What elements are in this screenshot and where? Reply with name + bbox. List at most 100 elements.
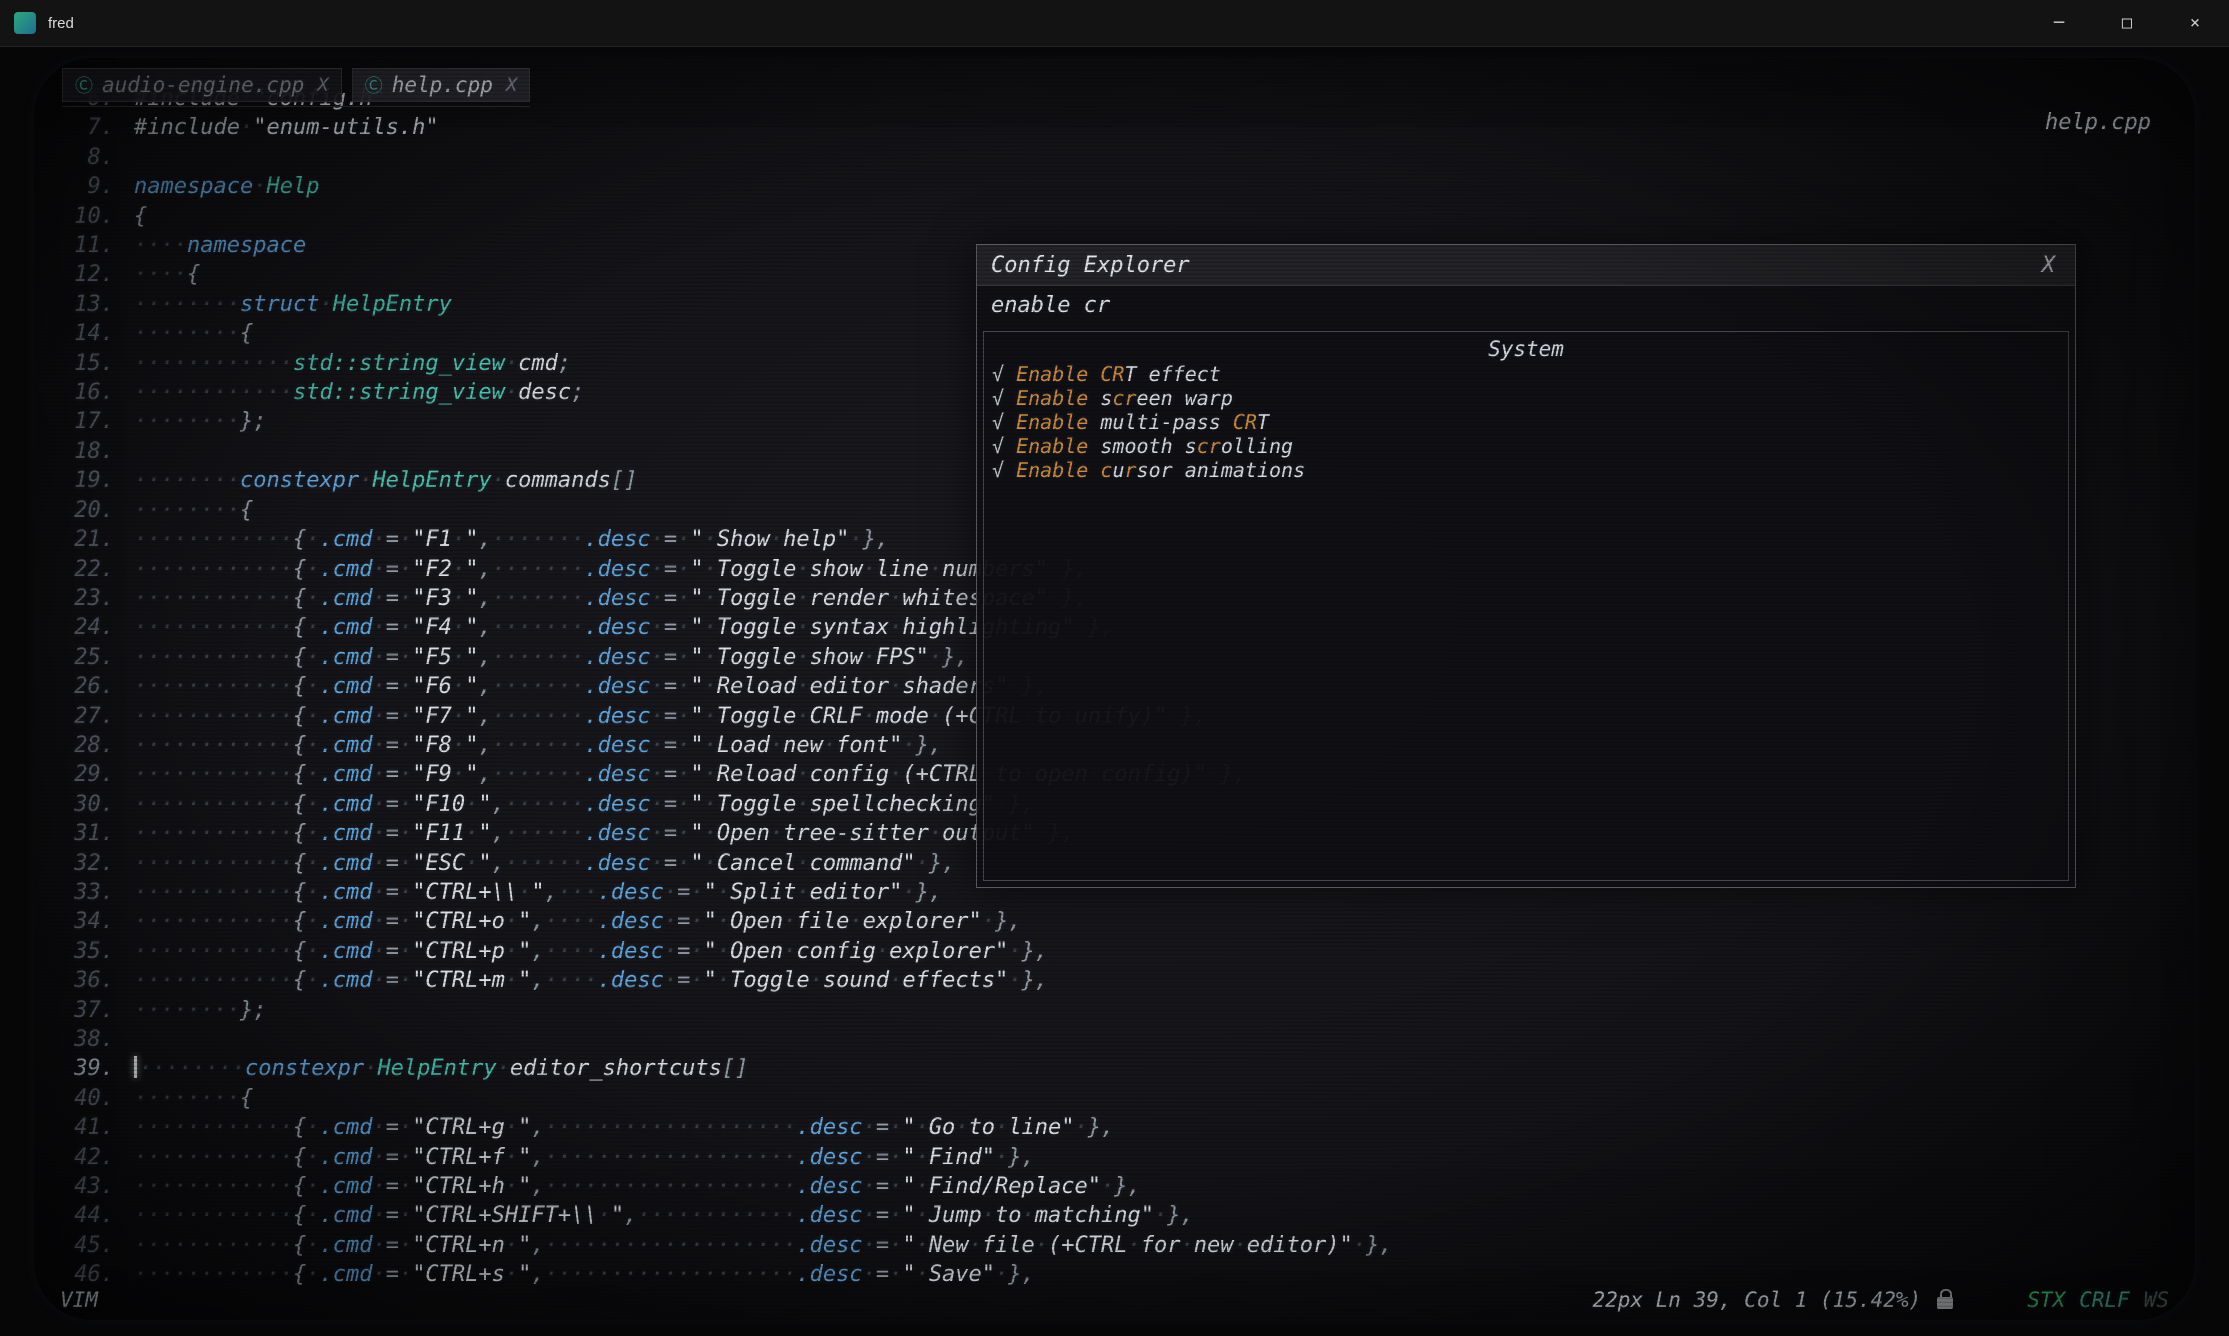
config-option[interactable]: √ Enable cursor animations xyxy=(984,458,2068,482)
option-label: een warp xyxy=(1137,386,1233,410)
line-number: 43. xyxy=(50,1172,114,1201)
panel-close-button[interactable]: X xyxy=(2042,253,2061,278)
lock-icon xyxy=(1937,1297,1953,1309)
config-option[interactable]: √ Enable CRT effect xyxy=(984,362,2068,386)
line-number: 17. xyxy=(50,407,114,436)
code-text: ············std::string_view·desc; xyxy=(134,378,584,407)
line-number: 14. xyxy=(50,319,114,348)
status-bar-right: 22px Ln 39, Col 1 (15.42%) STXCRLFWS xyxy=(1592,1288,2169,1312)
code-line[interactable]: 40. ········{ xyxy=(50,1084,2187,1113)
line-number: 36. xyxy=(50,966,114,995)
line-number: 34. xyxy=(50,907,114,936)
checkbox-checked-icon[interactable]: √ xyxy=(992,410,1016,434)
code-text: ············{·.cmd·=·"F10·",······.desc·… xyxy=(134,790,1035,819)
match-highlight: cr xyxy=(1197,434,1221,458)
line-number: 21. xyxy=(50,525,114,554)
code-line[interactable]: 35.············{·.cmd·=·"CTRL+p·",····.d… xyxy=(50,937,2187,966)
config-option[interactable]: √ Enable multi-pass CRT xyxy=(984,410,2068,434)
line-number: 27. xyxy=(50,702,114,731)
code-text: ········{ xyxy=(134,496,253,525)
match-highlight: cr xyxy=(1112,386,1136,410)
config-search-query: enable cr xyxy=(991,293,1110,318)
code-text: ············{·.cmd·=·"F6·",·······.desc·… xyxy=(134,672,1048,701)
code-line[interactable]: 8. xyxy=(50,143,2187,172)
config-explorer-header: Config Explorer X xyxy=(977,245,2075,286)
code-text: ············std::string_view·cmd; xyxy=(134,349,571,378)
code-text: ············{·.cmd·=·"CTRL+\\·",···.desc… xyxy=(134,878,942,907)
code-line[interactable]: 10.{ xyxy=(50,202,2187,231)
code-line[interactable]: 37.········}; xyxy=(50,996,2187,1025)
tab-label: audio-engine.cpp xyxy=(102,73,304,97)
option-label: s xyxy=(1088,386,1112,410)
code-line[interactable]: 9.namespace·Help xyxy=(50,172,2187,201)
code-line[interactable]: 45.············{·.cmd·=·"CTRL+n·",······… xyxy=(50,1231,2187,1260)
line-number: 30. xyxy=(50,790,114,819)
line-number: 20. xyxy=(50,496,114,525)
code-line[interactable]: 44.············{·.cmd·=·"CTRL+SHIFT+\\·"… xyxy=(50,1201,2187,1230)
code-line[interactable]: 39.········constexpr·HelpEntry·editor_sh… xyxy=(50,1054,2187,1083)
line-number: 10. xyxy=(50,202,114,231)
tab-audio-engine-cpp[interactable]: Ⓒ audio-engine.cpp X xyxy=(62,68,342,102)
code-line[interactable]: 7.#include·"enum-utils.h" xyxy=(50,113,2187,142)
tab-close-icon[interactable]: X xyxy=(317,74,328,96)
code-text: namespace·Help xyxy=(134,172,319,201)
config-section-header: System xyxy=(984,336,2068,362)
checkbox-checked-icon[interactable]: √ xyxy=(992,362,1016,386)
code-text: ············{·.cmd·=·"CTRL+SHIFT+\\·",··… xyxy=(134,1201,1194,1230)
match-highlight: Enable xyxy=(1016,410,1088,434)
code-line[interactable]: 43.············{·.cmd·=·"CTRL+h·",······… xyxy=(50,1172,2187,1201)
window-title: fred xyxy=(48,15,74,32)
code-line[interactable]: 38. xyxy=(50,1025,2187,1054)
line-number: 23. xyxy=(50,584,114,613)
code-line[interactable]: 41.············{·.cmd·=·"CTRL+g·",······… xyxy=(50,1113,2187,1142)
tab-help-cpp[interactable]: Ⓒ help.cpp X xyxy=(352,68,531,102)
line-number: 46. xyxy=(50,1260,114,1289)
line-number: 8. xyxy=(50,143,114,172)
close-button[interactable]: × xyxy=(2161,0,2229,46)
line-number: 42. xyxy=(50,1143,114,1172)
line-number: 18. xyxy=(50,437,114,466)
minimize-button[interactable]: ─ xyxy=(2025,0,2093,46)
code-text: ············{·.cmd·=·"CTRL+s·",·········… xyxy=(134,1260,1035,1289)
crt-screen: 6.#include·"config.h"7.#include·"enum-ut… xyxy=(34,58,2195,1320)
maximize-button[interactable]: □ xyxy=(2093,0,2161,46)
code-text: ········{ xyxy=(134,1084,253,1113)
checkbox-checked-icon[interactable]: √ xyxy=(992,434,1016,458)
code-text: ············{·.cmd·=·"CTRL+o·",····.desc… xyxy=(134,907,1022,936)
line-number: 24. xyxy=(50,613,114,642)
code-line[interactable]: 34. ············{·.cmd·=·"CTRL+o·",····.d… xyxy=(50,907,2187,936)
code-text: ········}; xyxy=(134,407,266,436)
tab-close-icon[interactable]: X xyxy=(506,74,517,96)
line-number: 33. xyxy=(50,878,114,907)
status-flag-stx: STX xyxy=(2027,1288,2065,1312)
line-number: 35. xyxy=(50,937,114,966)
code-text: #include·"enum-utils.h" xyxy=(134,113,439,142)
checkbox-checked-icon[interactable]: √ xyxy=(992,458,1016,482)
cpp-file-icon: Ⓒ xyxy=(365,72,383,98)
config-option[interactable]: √ Enable screen warp xyxy=(984,386,2068,410)
code-text: ········{ xyxy=(134,319,253,348)
line-number: 12. xyxy=(50,260,114,289)
line-number: 40. xyxy=(50,1084,114,1113)
code-line[interactable]: 36.············{·.cmd·=·"CTRL+m·",····.d… xyxy=(50,966,2187,995)
line-number: 15. xyxy=(50,349,114,378)
checkbox-checked-icon[interactable]: √ xyxy=(992,386,1016,410)
match-highlight: r xyxy=(1124,458,1136,482)
line-number: 41. xyxy=(50,1113,114,1142)
match-highlight: CR xyxy=(1233,410,1257,434)
status-bar: VIM 22px Ln 39, Col 1 (15.42%) STXCRLFWS xyxy=(60,1288,2169,1312)
code-text: ············{·.cmd·=·"F11·",······.desc·… xyxy=(134,819,1075,848)
code-text xyxy=(134,143,147,172)
tab-label: help.cpp xyxy=(392,73,493,97)
option-label: sor animations xyxy=(1137,458,1306,482)
config-option[interactable]: √ Enable smooth scrolling xyxy=(984,434,2068,458)
option-label: T xyxy=(1257,410,1269,434)
file-flags: STXCRLFWS xyxy=(2027,1288,2169,1312)
config-search-input[interactable]: enable cr xyxy=(977,286,2075,324)
code-text: ············{·.cmd·=·"F8·",·······.desc·… xyxy=(134,731,942,760)
code-line[interactable]: 42.············{·.cmd·=·"CTRL+f·",······… xyxy=(50,1143,2187,1172)
option-label: T effect xyxy=(1124,362,1220,386)
window-titlebar: fred ─ □ × xyxy=(0,0,2229,47)
code-line[interactable]: 46. ············{·.cmd·=·"CTRL+s·",······… xyxy=(50,1260,2187,1289)
match-highlight: CR xyxy=(1100,362,1124,386)
